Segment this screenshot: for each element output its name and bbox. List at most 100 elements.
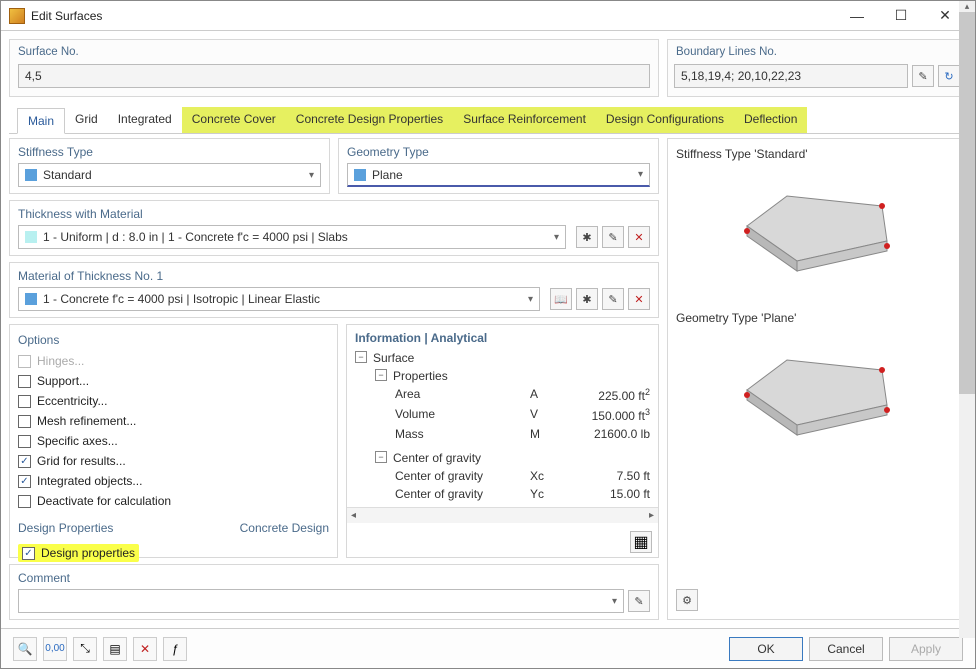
thickness-label: Thickness with Material [18,207,650,221]
tab-integrated[interactable]: Integrated [108,107,182,133]
help-icon[interactable]: 🔍 [13,637,37,661]
option-specific-axes[interactable]: Specific axes... [18,431,329,451]
maximize-button[interactable]: ☐ [879,2,923,30]
tab-design-configurations[interactable]: Design Configurations [596,107,734,133]
collapse-icon[interactable]: − [375,451,387,463]
apply-button[interactable]: Apply [889,637,963,661]
material-label: Material of Thickness No. 1 [18,269,650,283]
pick-lines-icon[interactable]: ✎ [912,65,934,87]
tab-concrete-cover[interactable]: Concrete Cover [182,107,286,133]
collapse-icon[interactable]: − [355,351,367,363]
deactivate-checkbox[interactable] [18,495,31,508]
deactivate-row[interactable]: Deactivate for calculation [18,491,329,511]
chevron-down-icon: ▾ [554,232,559,243]
comment-edit-icon[interactable]: ✎ [628,590,650,612]
chevron-down-icon: ▾ [528,294,533,305]
minimize-button[interactable]: — [835,2,879,30]
option-eccentricity[interactable]: Eccentricity... [18,391,329,411]
surface-no-panel: Surface No. [9,39,659,97]
edit-material-icon[interactable]: ✎ [602,288,624,310]
option-integrated-objects[interactable]: ✓Integrated objects... [18,471,329,491]
information-panel: Information | Analytical −Surface −Prope… [346,324,659,558]
design-properties-row[interactable]: ✓ Design properties [18,541,329,565]
checkbox[interactable] [18,375,31,388]
checkbox [18,355,31,368]
app-icon [9,8,25,24]
information-label: Information | Analytical [347,325,658,349]
stiffness-type-combo[interactable]: Standard ▾ [18,163,321,187]
thickness-group: Thickness with Material 1 - Uniform | d … [9,200,659,256]
clear-icon[interactable]: ✕ [133,637,157,661]
tab-main[interactable]: Main [17,108,65,134]
preview-geometry-label: Geometry Type 'Plane' [676,311,958,325]
geometry-type-value: Plane [372,168,403,182]
stiffness-preview [676,161,958,291]
comment-label: Comment [18,571,650,585]
option-hinges: Hinges... [18,351,329,371]
material-combo[interactable]: 1 - Concrete f'c = 4000 psi | Isotropic … [18,287,540,311]
axes-icon[interactable]: ⤡ [73,637,97,661]
units-icon[interactable]: 0,00 [43,637,67,661]
cancel-button[interactable]: Cancel [809,637,883,661]
edit-thickness-icon[interactable]: ✎ [602,226,624,248]
stiffness-type-group: Stiffness Type Standard ▾ [9,138,330,194]
preview-settings-icon[interactable]: ⚙ [676,589,698,611]
tab-concrete-design-properties[interactable]: Concrete Design Properties [286,107,453,133]
info-table-icon[interactable]: ▦ [630,531,652,553]
comment-combo[interactable]: ▾ [18,589,624,613]
chevron-down-icon: ▾ [309,170,314,181]
delete-material-icon[interactable]: ✕ [628,288,650,310]
tab-deflection[interactable]: Deflection [734,107,807,133]
checkbox[interactable]: ✓ [18,455,31,468]
tab-strip: MainGridIntegratedConcrete CoverConcrete… [9,107,967,134]
stiffness-type-label: Stiffness Type [18,145,321,159]
horizontal-scrollbar[interactable]: ◂▸ [347,507,658,523]
geometry-type-label: Geometry Type [347,145,650,159]
design-properties-checkbox-label: Design properties [41,546,135,560]
chevron-down-icon: ▾ [612,596,617,607]
checkbox[interactable] [18,435,31,448]
design-properties-checkbox[interactable]: ✓ [22,547,35,560]
preview-panel: Stiffness Type 'Standard' Geometry Type … [667,138,967,620]
checkbox[interactable] [18,415,31,428]
collapse-icon[interactable]: − [375,369,387,381]
script-icon[interactable]: ƒ [163,637,187,661]
layers-icon[interactable]: ▤ [103,637,127,661]
chevron-down-icon: ▾ [638,169,643,180]
thickness-value: 1 - Uniform | d : 8.0 in | 1 - Concrete … [43,230,348,244]
reset-lines-icon[interactable]: ↻ [938,65,960,87]
checkbox[interactable] [18,395,31,408]
option-support[interactable]: Support... [18,371,329,391]
material-value: 1 - Concrete f'c = 4000 psi | Isotropic … [43,292,320,306]
deactivate-label: Deactivate for calculation [37,494,171,508]
comment-group: Comment ▾ ✎ [9,564,659,620]
new-thickness-icon[interactable]: ✱ [576,226,598,248]
surface-no-input[interactable] [18,64,650,88]
stiffness-type-value: Standard [43,168,92,182]
boundary-panel: Boundary Lines No. ✎ ↻ [667,39,967,97]
thickness-combo[interactable]: 1 - Uniform | d : 8.0 in | 1 - Concrete … [18,225,566,249]
design-properties-label: Design Properties [18,521,113,535]
tab-grid[interactable]: Grid [65,107,108,133]
vertical-scrollbar[interactable]: ▴ [959,31,975,628]
titlebar: Edit Surfaces — ☐ ✕ [1,1,975,31]
library-icon[interactable]: 📖 [550,288,572,310]
window-title: Edit Surfaces [31,9,835,23]
surface-no-label: Surface No. [10,40,658,60]
boundary-input[interactable] [674,64,908,88]
boundary-label: Boundary Lines No. [668,40,966,60]
preview-stiffness-label: Stiffness Type 'Standard' [676,147,958,161]
option-grid-for-results[interactable]: ✓Grid for results... [18,451,329,471]
new-material-icon[interactable]: ✱ [576,288,598,310]
geometry-preview [676,325,958,455]
options-label: Options [18,333,329,347]
delete-thickness-icon[interactable]: ✕ [628,226,650,248]
option-mesh-refinement[interactable]: Mesh refinement... [18,411,329,431]
geometry-type-combo[interactable]: Plane ▾ [347,163,650,187]
options-panel: Options Hinges...Support...Eccentricity.… [9,324,338,558]
geometry-type-group: Geometry Type Plane ▾ [338,138,659,194]
dialog-footer: 🔍 0,00 ⤡ ▤ ✕ ƒ OK Cancel Apply [1,628,975,668]
checkbox[interactable]: ✓ [18,475,31,488]
tab-surface-reinforcement[interactable]: Surface Reinforcement [453,107,596,133]
ok-button[interactable]: OK [729,637,803,661]
